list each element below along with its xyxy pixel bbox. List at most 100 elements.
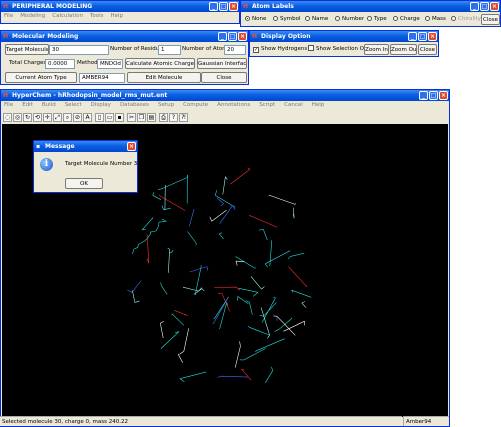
select-tool-icon[interactable]: ◎ [13,113,22,122]
print-icon[interactable]: ⎙ [159,113,168,122]
radio-icon [451,16,456,21]
draw-tool-icon[interactable]: ◌ [3,113,12,122]
peripheral-title: PERIPHERAL MODELING [12,3,93,10]
menu-compute[interactable]: Compute [183,101,208,110]
edit-molecule-button[interactable]: Edit Molecule [127,72,201,83]
status-forcefield: Amber94 [403,416,449,426]
menu-edit[interactable]: Edit [22,101,33,110]
method-field[interactable]: MNDOd [97,59,123,69]
atom-labels-title: Atom Labels [252,3,294,10]
menu-select[interactable]: Select [65,101,82,110]
rotate-z-tool-icon[interactable]: ⟲ [33,113,42,122]
ok-button[interactable]: OK [65,178,103,189]
menu-modeling[interactable]: Modeling [20,12,45,21]
zoom-in-button[interactable]: Zoom In [364,44,389,55]
menu-file[interactable]: File [4,101,13,110]
help-icon[interactable]: ? [169,113,178,122]
menu-help[interactable]: Help [312,101,325,110]
copy-icon[interactable]: ❐ [137,113,146,122]
current-atom-type-field[interactable]: AMBER94 [79,73,125,83]
bond-path-2 [127,197,278,378]
minimize-icon[interactable]: _ [218,32,227,41]
minimize-icon[interactable]: _ [470,2,479,11]
zoom-out-button[interactable]: Zoom Out [390,44,417,55]
molecular-modeling-close-button[interactable]: Close [201,72,247,83]
show-selection-only-checkbox[interactable]: Show Selection Only [308,44,372,55]
maximize-icon[interactable]: □ [480,2,489,11]
radio-type-label: Type [374,16,387,22]
radio-number-label: Number [342,16,365,22]
target-molecule-button[interactable]: Target Molecule [5,44,49,55]
maximize-icon[interactable]: □ [429,91,438,100]
radio-type[interactable]: Type [367,15,387,24]
translate-z-tool-icon[interactable]: ⤢ [53,113,62,122]
paste-icon[interactable]: ▤ [147,113,156,122]
minimize-icon[interactable]: _ [408,32,417,41]
maximize-icon[interactable]: □ [228,32,237,41]
message-dialog: ▪ Message × i Target Molecule Number 30 … [33,140,138,193]
radio-none-label: None [252,16,267,22]
radio-charge[interactable]: Charge [393,15,420,24]
radio-symbol[interactable]: Symbol [273,15,301,24]
menu-databases[interactable]: Databases [120,101,149,110]
gaussian-interface-button[interactable]: Gaussian Interface [197,58,247,69]
close-icon[interactable]: × [428,32,437,41]
close-icon[interactable]: × [229,2,238,11]
num-residues-field[interactable]: 1 [158,45,181,55]
peripheral-titlebar[interactable]: H PERIPHERAL MODELING _ □ × [1,1,239,12]
menu-file[interactable]: File [4,12,13,21]
open-folder-icon[interactable]: ▭ [105,113,114,122]
radio-icon [367,16,372,21]
menu-setup[interactable]: Setup [158,101,174,110]
menu-annotations[interactable]: Annotations [217,101,250,110]
minimize-icon[interactable]: _ [419,91,428,100]
display-option-close-button[interactable]: Close [418,44,437,55]
radio-selected-icon [245,16,250,21]
target-molecule-field[interactable]: 30 [49,45,109,55]
radio-number[interactable]: Number [335,15,364,24]
show-hydrogens-checkbox[interactable]: ✓ Show Hydrogens [253,44,307,55]
current-atom-type-button[interactable]: Current Atom Type [5,72,77,83]
menu-tools[interactable]: Tools [90,12,104,21]
maximize-icon[interactable]: □ [418,32,427,41]
context-help-icon[interactable]: ⁈ [179,113,188,122]
message-titlebar[interactable]: ▪ Message × [34,141,137,152]
total-charges-field[interactable]: 0.0000 [45,59,75,69]
clip-tool-icon[interactable]: ⊘ [73,113,82,122]
calculate-atomic-charges-button[interactable]: Calculate Atomic Charges [125,58,195,69]
bond-path-4 [160,194,305,368]
radio-name[interactable]: Name [305,15,328,24]
translate-tool-icon[interactable]: ✛ [43,113,52,122]
save-icon[interactable]: ▪ [115,113,124,122]
new-file-icon[interactable]: ▯ [95,113,104,122]
display-option-title: Display Option [261,33,311,40]
num-atoms-field[interactable]: 20 [224,45,246,55]
close-icon[interactable]: × [490,2,499,11]
radio-mass[interactable]: Mass [425,15,446,24]
display-option-window: H Display Option _ □ × ✓ Show Hydrogens S… [249,30,439,57]
radio-none[interactable]: None [245,15,266,24]
minimize-icon[interactable]: _ [209,2,218,11]
cut-icon[interactable]: ✂ [127,113,136,122]
close-icon[interactable]: × [439,91,448,100]
text-tool-icon[interactable]: A [83,113,92,122]
menu-cancel[interactable]: Cancel [284,101,303,110]
display-option-titlebar[interactable]: H Display Option _ □ × [250,31,438,42]
radio-symbol-label: Symbol [280,16,301,22]
menu-build[interactable]: Build [42,101,56,110]
menu-display[interactable]: Display [91,101,111,110]
menu-script[interactable]: Script [259,101,275,110]
message-window-icon: ▪ [36,143,41,150]
rotate-tool-icon[interactable]: ↻ [23,113,32,122]
hyperchem-titlebar[interactable]: H HyperChem - hRhodopsin_model_rms_mut.e… [1,90,449,101]
atom-labels-titlebar[interactable]: H Atom Labels _ □ × [241,1,500,12]
molecular-modeling-titlebar[interactable]: H Molecular Modeling _ □ × [1,31,248,42]
close-icon[interactable]: × [127,142,136,151]
peripheral-modeling-window: H PERIPHERAL MODELING _ □ × File Modelin… [0,0,240,24]
maximize-icon[interactable]: □ [219,2,228,11]
zoom-tool-icon[interactable]: ⌕ [63,113,72,122]
menu-help[interactable]: Help [111,12,124,21]
close-icon[interactable]: × [238,32,247,41]
atom-labels-close-button[interactable]: Close [481,14,500,25]
menu-calculation[interactable]: Calculation [52,12,83,21]
